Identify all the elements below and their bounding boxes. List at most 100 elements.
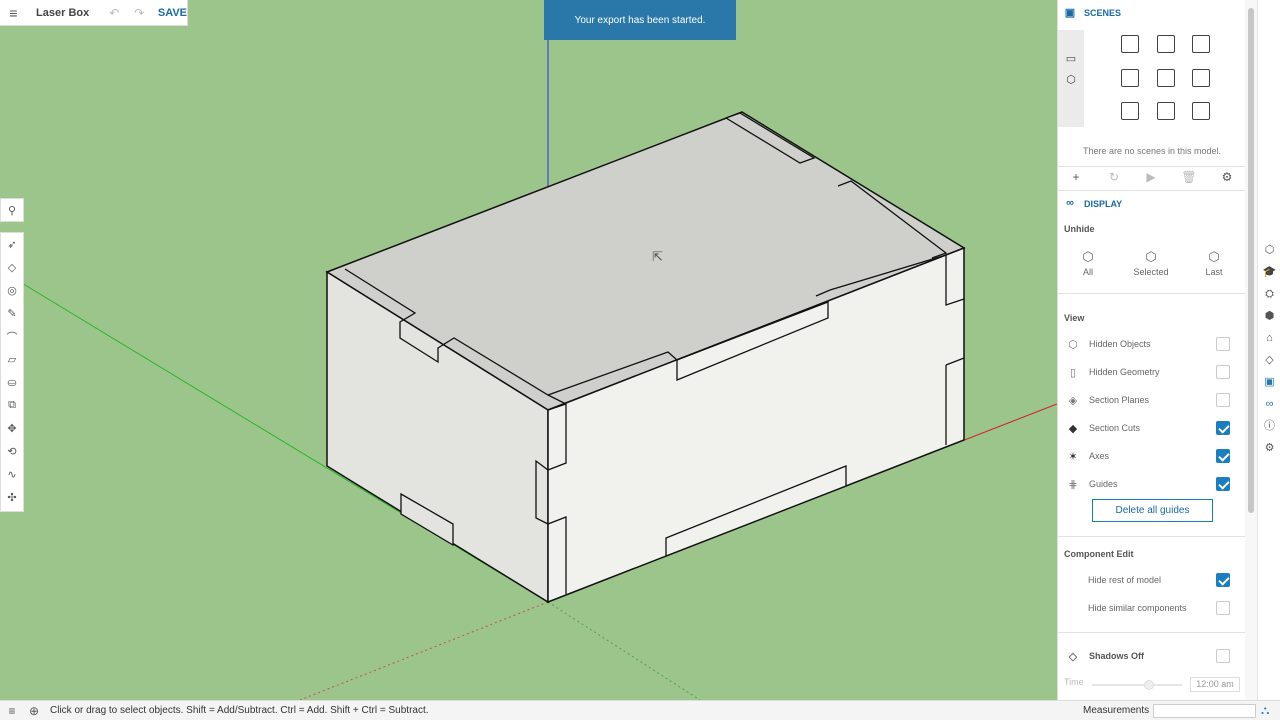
undo-icon[interactable]: ↶ xyxy=(102,6,127,20)
list-view-icon[interactable]: ▭ xyxy=(1064,52,1078,66)
view-axes[interactable]: ✶ Axes xyxy=(1064,445,1240,467)
measurements-input[interactable] xyxy=(1153,704,1256,718)
hide-similar-components-checkbox[interactable] xyxy=(1216,601,1230,615)
tags-icon[interactable]: ◇ xyxy=(1262,353,1277,368)
search-icon[interactable]: ⚲ xyxy=(1,199,23,222)
cursor-icon: ⇱ xyxy=(652,250,663,265)
shadows-checkbox[interactable] xyxy=(1216,649,1230,663)
time-slider-knob[interactable] xyxy=(1144,680,1154,690)
tape-measure-icon[interactable]: ◎ xyxy=(1,279,23,302)
scenes-rail-icon[interactable]: ▣ xyxy=(1262,375,1277,390)
left-toolbar: ➶ ◇ ◎ ✎ ⌒ ▱ ⛀ ⧉ ✥ ⟲ ∿ ✣ xyxy=(0,232,24,512)
hide-rest-of-model-row[interactable]: Hide rest of model xyxy=(1088,569,1240,591)
pencil-tool-icon[interactable]: ✎ xyxy=(1,302,23,325)
hidden-geometry-checkbox[interactable] xyxy=(1216,365,1230,379)
arc-tool-icon[interactable]: ⌒ xyxy=(1,325,23,348)
info-icon[interactable]: ⓘ xyxy=(1262,419,1277,434)
sketchup-logo-icon[interactable]: ⛬ xyxy=(1261,703,1269,718)
front-view-icon[interactable] xyxy=(1121,69,1139,87)
hidden-objects-checkbox[interactable] xyxy=(1216,337,1230,351)
scenes-header[interactable]: ▣ SCENES xyxy=(1062,6,1121,20)
left-view-icon[interactable] xyxy=(1121,102,1139,120)
bottom-view-icon[interactable] xyxy=(1192,102,1210,120)
no-scenes-message: There are no scenes in this model. xyxy=(1082,146,1222,156)
view-hidden-geometry[interactable]: ▯ Hidden Geometry xyxy=(1064,361,1240,383)
paint-bucket-icon[interactable]: ⛀ xyxy=(1,371,23,394)
globe-icon[interactable]: ⊕ xyxy=(24,704,44,718)
delete-scene-icon[interactable]: 🗑 xyxy=(1181,170,1197,184)
display-rail-icon[interactable]: ∞ xyxy=(1262,397,1277,412)
hidden-geometry-icon: ▯ xyxy=(1069,366,1077,379)
components-icon[interactable]: ⛭ xyxy=(1262,287,1277,302)
guides-checkbox[interactable] xyxy=(1216,477,1230,491)
back-view-icon[interactable] xyxy=(1192,69,1210,87)
export-toast: Your export has been started. xyxy=(544,0,736,40)
solar-icon[interactable]: ⚙ xyxy=(1262,441,1277,456)
status-menu-icon[interactable]: ≡ xyxy=(2,704,22,718)
view-section-cuts[interactable]: ◆ Section Cuts xyxy=(1064,417,1240,439)
offset-tool-icon[interactable]: ⧉ xyxy=(1,394,23,417)
panel-scrollbar-thumb[interactable] xyxy=(1248,8,1254,513)
axes-checkbox[interactable] xyxy=(1216,449,1230,463)
time-slider[interactable] xyxy=(1092,684,1182,686)
entity-info-icon[interactable]: ⬡ xyxy=(1262,243,1277,258)
top-bar: ≡ Laser Box ↶ ↷ SAVE xyxy=(0,0,188,26)
unhide-last-button[interactable]: ⬡ Last xyxy=(1189,249,1239,277)
view-section-planes[interactable]: ◈ Section Planes xyxy=(1064,389,1240,411)
house-view-icon[interactable] xyxy=(1157,102,1175,120)
redo-icon[interactable]: ↷ xyxy=(127,6,152,20)
unhide-selected-button[interactable]: ⬡ Selected xyxy=(1126,249,1176,277)
rectangle-tool-icon[interactable]: ▱ xyxy=(1,348,23,371)
play-scene-icon[interactable]: ▶ xyxy=(1143,170,1159,184)
unhide-selected-icon: ⬡ xyxy=(1145,249,1157,264)
iso-view-icon[interactable] xyxy=(1121,35,1139,53)
scenes-icon: ▣ xyxy=(1064,7,1076,19)
walk-tool-icon[interactable]: ∿ xyxy=(1,463,23,486)
materials-icon[interactable]: ⬢ xyxy=(1262,309,1277,324)
save-button[interactable]: SAVE xyxy=(158,7,187,19)
view-guides[interactable]: ⋕ Guides xyxy=(1064,473,1240,495)
view-hidden-objects[interactable]: ⬡ Hidden Objects xyxy=(1064,333,1240,355)
axes-icon: ✶ xyxy=(1068,450,1078,463)
section-planes-checkbox[interactable] xyxy=(1216,393,1230,407)
model-viewport[interactable]: ⇱ xyxy=(0,0,1057,700)
toast-message: Your export has been started. xyxy=(574,14,706,26)
status-bar: ≡ ⊕ Click or drag to select objects. Shi… xyxy=(0,700,1280,720)
display-header[interactable]: ∞ DISPLAY xyxy=(1062,197,1122,211)
front-iso-icon[interactable] xyxy=(1192,35,1210,53)
time-label: Time xyxy=(1064,677,1084,687)
styles-icon[interactable]: ⌂ xyxy=(1262,331,1277,346)
model-title[interactable]: Laser Box xyxy=(36,7,102,19)
hide-rest-of-model-checkbox[interactable] xyxy=(1216,573,1230,587)
move-tool-icon[interactable]: ✥ xyxy=(1,417,23,440)
select-tool-icon[interactable]: ➶ xyxy=(1,233,23,256)
section-cuts-checkbox[interactable] xyxy=(1216,421,1230,435)
measurements-label: Measurements xyxy=(1083,705,1150,716)
guides-icon: ⋕ xyxy=(1068,478,1078,491)
hamburger-menu-icon[interactable]: ≡ xyxy=(0,5,27,21)
add-scene-icon[interactable]: + xyxy=(1068,170,1084,184)
right-panel: ▣ SCENES ▭ ⬡ There are no scenes in this… xyxy=(1057,0,1245,700)
update-scene-icon[interactable]: ↻ xyxy=(1106,170,1122,184)
panel-scrollbar[interactable] xyxy=(1245,0,1257,700)
top-view-icon[interactable] xyxy=(1157,35,1175,53)
shadows-row[interactable]: ◇ Shadows Off xyxy=(1064,645,1240,667)
glasses-icon: ∞ xyxy=(1066,197,1074,209)
hide-similar-components-row[interactable]: Hide similar components xyxy=(1088,597,1240,619)
unhide-title: Unhide xyxy=(1064,224,1095,234)
unhide-all-button[interactable]: ⬡ All xyxy=(1063,249,1113,277)
hidden-objects-icon: ⬡ xyxy=(1068,338,1078,351)
delete-all-guides-button[interactable]: Delete all guides xyxy=(1092,499,1213,522)
model-canvas[interactable]: ⇱ xyxy=(0,0,1057,700)
pan-tool-icon[interactable]: ✣ xyxy=(1,486,23,509)
scene-settings-icon[interactable]: ⚙ xyxy=(1219,170,1235,184)
orbit-tool-icon[interactable]: ⟲ xyxy=(1,440,23,463)
cube-view-icon[interactable]: ⬡ xyxy=(1064,73,1078,87)
right-view-icon[interactable] xyxy=(1157,69,1175,87)
right-icon-rail: ⬡ 🎓 ⛭ ⬢ ⌂ ◇ ▣ ∞ ⓘ ⚙ xyxy=(1257,0,1280,700)
instructor-icon[interactable]: 🎓 xyxy=(1262,265,1277,280)
view-title: View xyxy=(1064,313,1085,323)
eraser-tool-icon[interactable]: ◇ xyxy=(1,256,23,279)
time-value[interactable]: 12:00 am xyxy=(1190,677,1240,692)
section-planes-icon: ◈ xyxy=(1068,394,1078,407)
